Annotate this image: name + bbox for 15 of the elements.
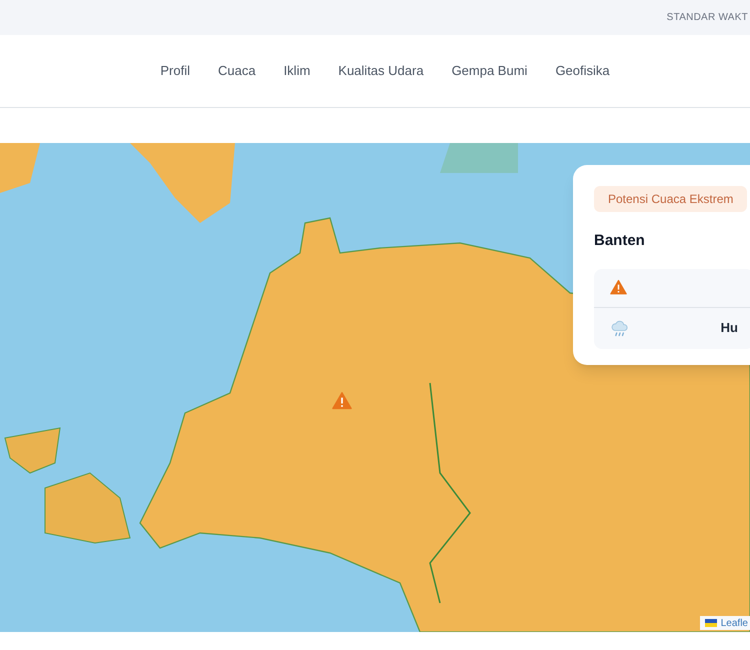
region-title: Banten	[594, 231, 646, 251]
nav-link[interactable]: Geofisika	[555, 61, 610, 81]
nav-link[interactable]: Kualitas Udara	[338, 61, 424, 81]
weather-label: Hu	[720, 319, 738, 338]
warning-icon	[610, 279, 627, 296]
nav-link[interactable]: Iklim	[284, 61, 310, 81]
nav-link[interactable]: Cuaca	[218, 61, 256, 81]
rain-cloud-icon	[610, 318, 630, 338]
attribution-link[interactable]: Leafle	[720, 616, 748, 630]
flag-icon	[704, 619, 717, 627]
nav-link[interactable]: Profil	[160, 61, 190, 81]
warning-icon	[332, 391, 352, 411]
nav-link[interactable]: Gempa Bumi	[452, 61, 528, 81]
alert-badge: Potensi Cuaca Ekstrem	[594, 186, 748, 212]
timezone-label: STANDAR WAKT	[666, 11, 749, 25]
